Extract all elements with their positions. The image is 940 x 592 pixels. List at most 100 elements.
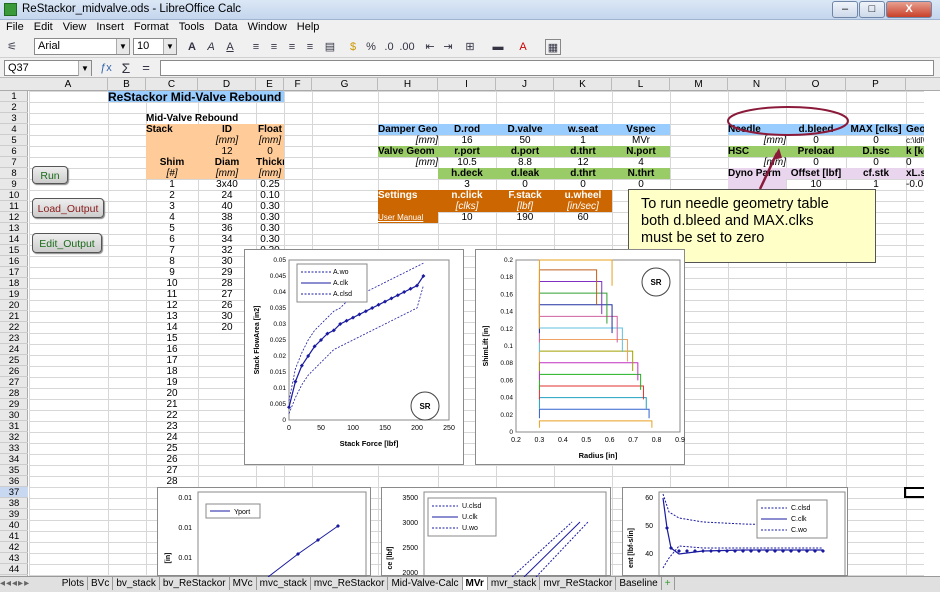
row-header[interactable]: 26 xyxy=(0,366,28,377)
shim-diam[interactable]: 34 xyxy=(198,234,256,245)
shim-number[interactable]: 17 xyxy=(146,355,198,366)
column-header[interactable]: M xyxy=(670,78,728,91)
shim-thickness[interactable]: 0.25 xyxy=(256,179,284,190)
shim-number[interactable]: 27 xyxy=(146,465,198,476)
tab-baseline[interactable]: Baseline xyxy=(616,577,662,590)
chevron-down-icon[interactable]: ▼ xyxy=(116,39,129,54)
number-format-icon[interactable]: .0 xyxy=(381,39,397,55)
formula-icon[interactable]: = xyxy=(138,60,154,76)
value-cell[interactable]: MVr xyxy=(612,135,670,146)
header-cell[interactable]: Offset [lbf] xyxy=(786,168,846,179)
row-header[interactable]: 40 xyxy=(0,520,28,531)
header-cell[interactable]: h.deck xyxy=(438,168,496,179)
row-header[interactable]: 28 xyxy=(0,388,28,399)
shim-thickness[interactable]: 0.30 xyxy=(256,201,284,212)
menu-insert[interactable]: Insert xyxy=(90,20,128,33)
run-button[interactable]: Run xyxy=(32,166,68,184)
header-cell[interactable]: d.bleed xyxy=(786,124,846,135)
column-header[interactable]: E xyxy=(256,78,284,91)
shim-number[interactable]: 26 xyxy=(146,454,198,465)
label-cell[interactable]: Damper Geom xyxy=(378,124,438,135)
sum-icon[interactable]: Σ xyxy=(118,60,134,76)
value-cell[interactable]: 4 xyxy=(612,157,670,168)
column-header[interactable]: G xyxy=(312,78,378,91)
shim-number[interactable]: 2 xyxy=(146,190,198,201)
row-header[interactable]: 27 xyxy=(0,377,28,388)
tab-bv_stack[interactable]: bv_stack xyxy=(113,577,160,590)
column-header[interactable]: A xyxy=(29,78,108,91)
font-color-icon[interactable]: A xyxy=(515,39,531,55)
row-header[interactable]: 14 xyxy=(0,234,28,245)
header-cell[interactable]: d.thrt xyxy=(554,168,612,179)
tab-mvc_restackor[interactable]: mvc_ReStackor xyxy=(311,577,389,590)
flow-area-chart[interactable]: 0.05 0.045 0.04 0.035 0.03 0.025 0.02 0.015 0.01… xyxy=(244,249,464,465)
chevron-down-icon[interactable]: ▼ xyxy=(78,61,91,76)
row-header[interactable]: 17 xyxy=(0,267,28,278)
header-cell[interactable]: Stack xyxy=(146,124,198,135)
menu-file[interactable]: File xyxy=(0,20,28,33)
header-cell[interactable]: Geom File xyxy=(906,124,924,135)
underline-icon[interactable]: A xyxy=(222,39,238,55)
align-center-icon[interactable]: ≡ xyxy=(266,39,282,55)
shim-number[interactable]: 21 xyxy=(146,399,198,410)
unit-cell[interactable]: [mm] xyxy=(728,157,786,168)
row-header[interactable]: 9 xyxy=(0,179,28,190)
cell[interactable] xyxy=(146,135,198,146)
shim-thickness[interactable]: 0.30 xyxy=(256,212,284,223)
shim-number[interactable]: 1 xyxy=(146,179,198,190)
row-header[interactable]: 19 xyxy=(0,289,28,300)
decrease-indent-icon[interactable]: ⇤ xyxy=(422,39,438,55)
value-cell[interactable]: 10 xyxy=(438,212,496,223)
menu-tools[interactable]: Tools xyxy=(173,20,209,33)
value-cell[interactable]: 0 xyxy=(496,179,554,190)
column-header[interactable]: K xyxy=(554,78,612,91)
header-cell[interactable]: Shim xyxy=(146,157,198,168)
column-header[interactable]: D xyxy=(198,78,256,91)
header-cell[interactable]: Vspec xyxy=(612,124,670,135)
styles-icon[interactable]: ⚟ xyxy=(4,39,20,55)
column-header[interactable]: H xyxy=(378,78,438,91)
tab-mvc_stack[interactable]: mvc_stack xyxy=(257,577,311,590)
minimize-button[interactable]: – xyxy=(832,1,858,18)
row-header[interactable]: 35 xyxy=(0,465,28,476)
shim-number[interactable]: 12 xyxy=(146,300,198,311)
tab-mvr_stack[interactable]: mvr_stack xyxy=(488,577,541,590)
cell[interactable] xyxy=(146,146,198,157)
header-cell[interactable]: xL.sat xyxy=(906,168,924,179)
cell[interactable] xyxy=(378,201,438,212)
value-cell[interactable]: 0 xyxy=(256,146,284,157)
column-header[interactable]: I xyxy=(438,78,496,91)
shim-number[interactable]: 19 xyxy=(146,377,198,388)
row-header[interactable]: 2 xyxy=(0,102,28,113)
shim-number[interactable]: 3 xyxy=(146,201,198,212)
menu-format[interactable]: Format xyxy=(128,20,173,33)
column-header[interactable]: J xyxy=(496,78,554,91)
tab-mid-valve-calc[interactable]: Mid-Valve-Calc xyxy=(388,577,463,590)
row-header[interactable]: 36 xyxy=(0,476,28,487)
header-cell[interactable]: F.stack xyxy=(496,190,554,201)
header-cell[interactable]: Diam xyxy=(198,157,256,168)
tab-bvc[interactable]: BVc xyxy=(88,577,114,590)
stack-caption[interactable]: Mid-Valve Rebound xyxy=(146,113,284,124)
value-cell[interactable]: 10.5 xyxy=(438,157,496,168)
column-header[interactable]: B xyxy=(108,78,146,91)
row-header[interactable]: 43 xyxy=(0,553,28,564)
column-header[interactable]: O xyxy=(786,78,846,91)
row-header[interactable]: 8 xyxy=(0,168,28,179)
row-header[interactable]: 34 xyxy=(0,454,28,465)
align-left-icon[interactable]: ≡ xyxy=(248,39,264,55)
background-color-icon[interactable]: ▬ xyxy=(490,39,506,55)
shim-number[interactable]: 18 xyxy=(146,366,198,377)
formula-input[interactable] xyxy=(160,60,934,76)
row-header[interactable]: 12 xyxy=(0,212,28,223)
header-cell[interactable]: d.leak xyxy=(496,168,554,179)
header-cell[interactable]: r.port xyxy=(438,146,496,157)
tab-mvc[interactable]: MVc xyxy=(230,577,257,590)
shim-number[interactable]: 14 xyxy=(146,322,198,333)
menu-view[interactable]: View xyxy=(57,20,91,33)
header-cell[interactable]: u.wheel xyxy=(554,190,612,201)
row-header[interactable]: 10 xyxy=(0,190,28,201)
shim-number[interactable]: 8 xyxy=(146,256,198,267)
borders-icon[interactable]: ⊞ xyxy=(462,39,478,55)
value-cell[interactable]: 190 xyxy=(496,212,554,223)
